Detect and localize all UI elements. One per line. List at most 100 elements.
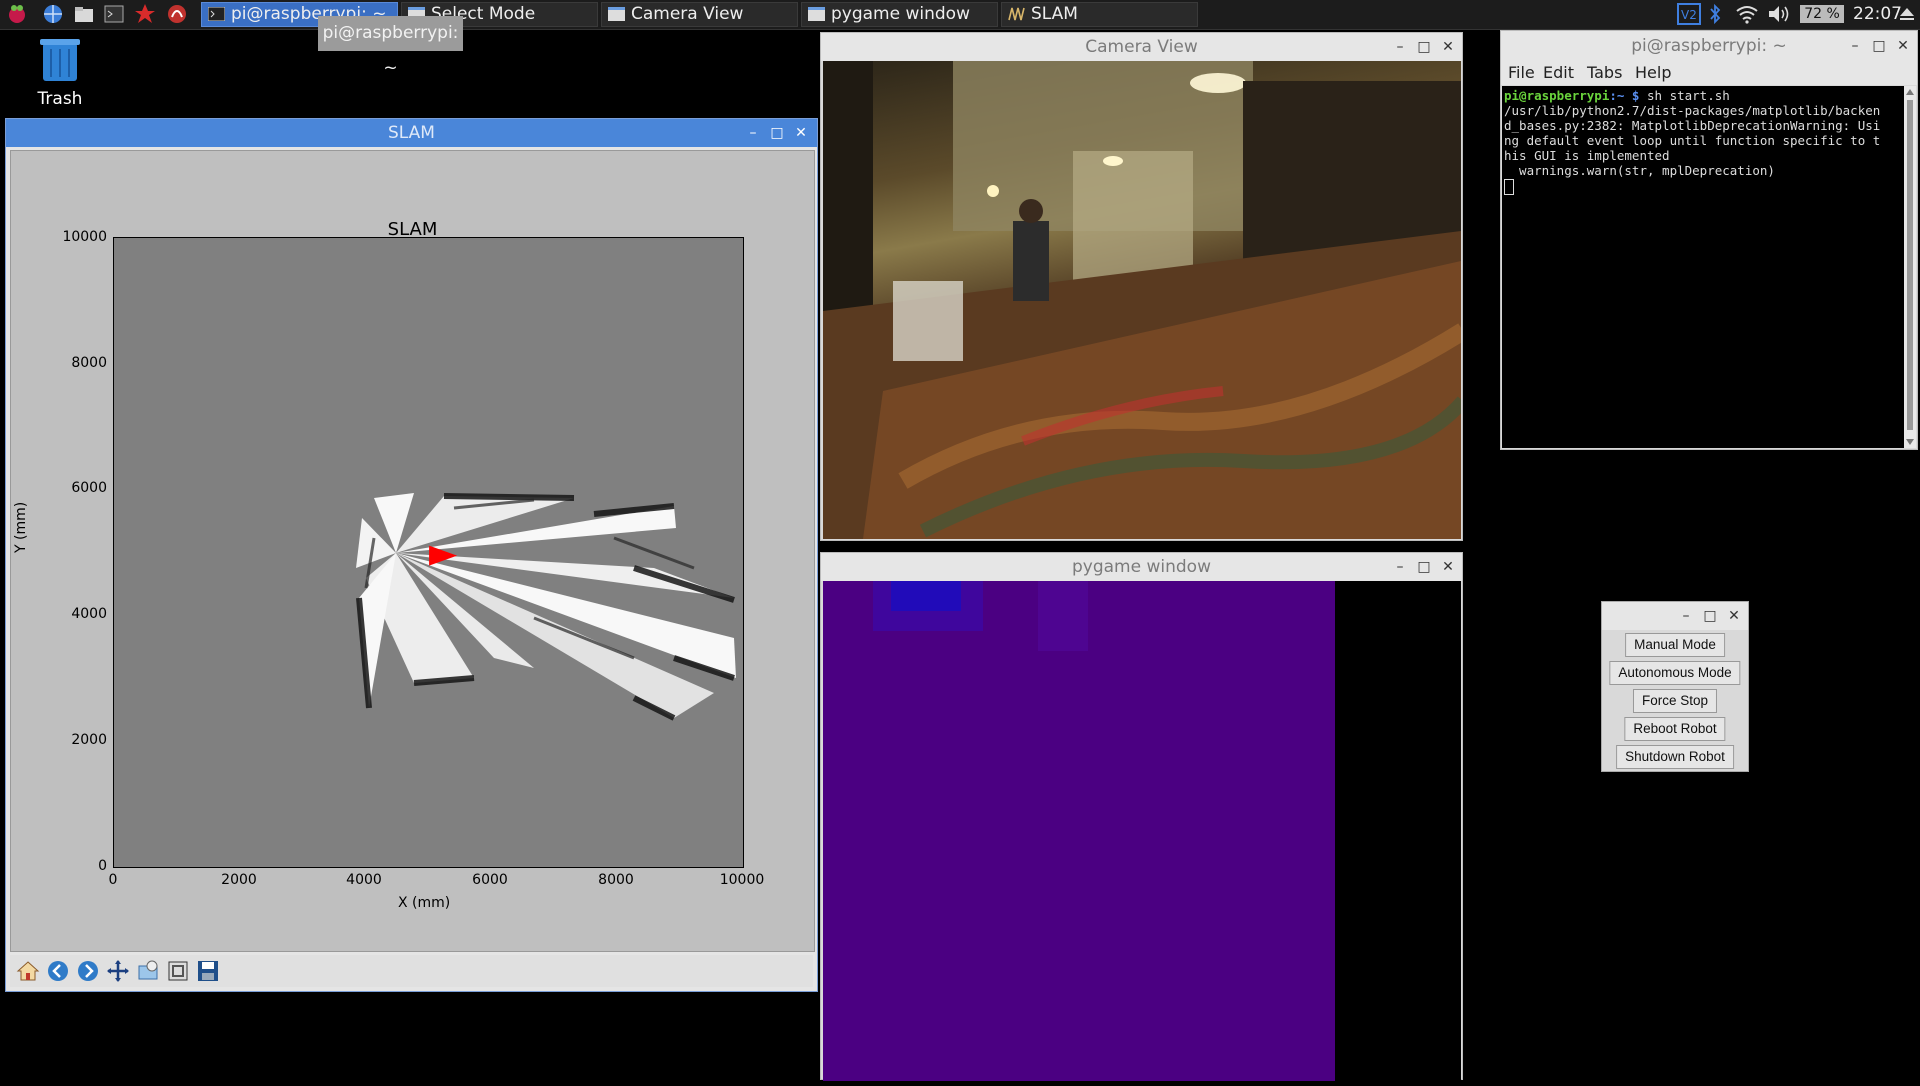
save-icon[interactable] <box>196 959 220 983</box>
pygame-window: pygame window – □ ✕ <box>820 552 1463 1081</box>
terminal-window: pi@raspberrypi: ~ – □ ✕ File Edit Tabs H… <box>1500 30 1918 450</box>
y-tick-label: 4000 <box>71 606 107 622</box>
y-tick-label: 8000 <box>71 355 107 371</box>
x-tick-label: 0 <box>108 872 118 888</box>
terminal-output[interactable]: pi@raspberrypi:~ $ sh start.sh /usr/lib/… <box>1502 86 1905 448</box>
maximize-icon[interactable]: □ <box>769 125 785 141</box>
thermal-blobs <box>873 581 1088 651</box>
force-stop-button[interactable]: Force Stop <box>1632 689 1718 713</box>
clock[interactable]: 22:07 <box>1853 0 1902 29</box>
x-tick-label: 6000 <box>472 872 508 888</box>
terminal-menubar: File Edit Tabs Help <box>1501 61 1917 85</box>
trash-icon[interactable] <box>34 35 86 85</box>
minimize-icon[interactable]: – <box>1392 39 1408 55</box>
bluetooth-icon[interactable] <box>1707 3 1723 25</box>
maximize-icon[interactable]: □ <box>1416 39 1432 55</box>
y-tick-label: 10000 <box>62 229 107 245</box>
configure-icon[interactable] <box>166 959 190 983</box>
minimize-icon[interactable]: – <box>1678 608 1694 624</box>
zoom-icon[interactable] <box>136 959 160 983</box>
task-camera-view[interactable]: Camera View <box>601 2 798 27</box>
slam-map-plot[interactable] <box>113 237 744 868</box>
y-tick-label: 6000 <box>71 480 107 496</box>
mathematica-icon[interactable] <box>166 3 188 25</box>
close-icon[interactable]: ✕ <box>793 125 809 141</box>
slam-window: SLAM – □ ✕ SLAM 10000 8000 6000 4000 200… <box>5 118 818 992</box>
wifi-icon[interactable] <box>1735 3 1759 25</box>
pygame-titlebar[interactable]: pygame window <box>821 553 1462 581</box>
maximize-icon[interactable]: □ <box>1702 608 1718 624</box>
task-label: pygame window <box>831 4 970 24</box>
matplotlib-icon <box>1008 7 1025 21</box>
close-icon[interactable]: ✕ <box>1895 38 1911 54</box>
autonomous-mode-button[interactable]: Autonomous Mode <box>1609 661 1741 685</box>
x-tick-label: 2000 <box>221 872 257 888</box>
camera-view-window: Camera View – □ ✕ <box>820 32 1463 541</box>
file-manager-icon[interactable] <box>73 3 95 25</box>
camera-feed-image <box>823 61 1461 539</box>
terminal-command: sh start.sh <box>1639 88 1730 103</box>
lidar-scan-rays <box>356 493 736 721</box>
eject-icon[interactable] <box>1898 3 1916 25</box>
camera-scene <box>823 61 1461 539</box>
window-icon <box>808 7 825 21</box>
terminal-scrollbar[interactable] <box>1904 86 1916 448</box>
manual-mode-button[interactable]: Manual Mode <box>1625 633 1725 657</box>
back-icon[interactable] <box>46 959 70 983</box>
close-icon[interactable]: ✕ <box>1440 39 1456 55</box>
pan-icon[interactable] <box>106 959 130 983</box>
task-label: Camera View <box>631 4 744 24</box>
minimize-icon[interactable]: – <box>1847 38 1863 54</box>
menu-tabs[interactable]: Tabs <box>1587 63 1622 82</box>
forward-icon[interactable] <box>76 959 100 983</box>
pygame-canvas[interactable] <box>823 581 1461 1081</box>
home-icon[interactable] <box>16 959 40 983</box>
maximize-icon[interactable]: □ <box>1871 38 1887 54</box>
terminal-icon <box>208 7 225 21</box>
svg-text:V2: V2 <box>1681 8 1697 22</box>
task-label: SLAM <box>1031 4 1078 24</box>
browser-icon[interactable] <box>42 3 64 25</box>
slam-figure-canvas[interactable]: SLAM 10000 8000 6000 4000 2000 0 0 2000 … <box>10 150 815 952</box>
window-title: pi@raspberrypi: ~ <box>1631 36 1787 56</box>
camera-titlebar[interactable]: Camera View <box>821 33 1462 61</box>
shutdown-robot-button[interactable]: Shutdown Robot <box>1616 745 1734 769</box>
scrollbar-track <box>1906 89 1914 445</box>
window-title: Camera View <box>1085 37 1198 57</box>
close-icon[interactable]: ✕ <box>1726 608 1742 624</box>
menu-edit[interactable]: Edit <box>1543 63 1574 82</box>
window-icon <box>608 7 625 21</box>
x-axis-label: X (mm) <box>398 895 451 911</box>
terminal-log: /usr/lib/python2.7/dist-packages/matplot… <box>1504 103 1881 178</box>
x-tick-label: 8000 <box>598 872 634 888</box>
wolfram-icon[interactable] <box>134 3 156 25</box>
menu-file[interactable]: File <box>1508 63 1535 82</box>
window-title: SLAM <box>388 123 435 143</box>
window-title: pygame window <box>1072 557 1211 577</box>
x-tick-label: 4000 <box>346 872 382 888</box>
terminal-launcher-icon[interactable] <box>103 3 125 25</box>
taskbar: pi@raspberrypi: ~ Select Mode Camera Vie… <box>0 0 1920 30</box>
battery-indicator[interactable]: 72 % <box>1800 5 1844 23</box>
menu-help[interactable]: Help <box>1635 63 1671 82</box>
taskbar-tooltip: pi@raspberrypi: ~ <box>318 16 463 78</box>
close-icon[interactable]: ✕ <box>1440 559 1456 575</box>
terminal-cursor <box>1504 178 1514 195</box>
y-axis-label: Y (mm) <box>13 501 29 553</box>
reboot-robot-button[interactable]: Reboot Robot <box>1624 717 1726 741</box>
minimize-icon[interactable]: – <box>1392 559 1408 575</box>
x-tick-label: 10000 <box>719 872 765 888</box>
maximize-icon[interactable]: □ <box>1416 559 1432 575</box>
trash-label: Trash <box>37 89 83 109</box>
task-pygame-window[interactable]: pygame window <box>801 2 998 27</box>
raspberry-menu-icon[interactable] <box>6 3 28 25</box>
y-tick-label: 2000 <box>71 732 107 748</box>
slam-map-svg <box>356 493 736 721</box>
prompt-path: :~ $ <box>1609 88 1640 103</box>
pygame-surface <box>823 581 1335 1081</box>
task-slam[interactable]: SLAM <box>1001 2 1198 27</box>
volume-icon[interactable] <box>1767 3 1791 25</box>
minimize-icon[interactable]: – <box>745 125 761 141</box>
slam-titlebar[interactable]: SLAM <box>6 119 817 147</box>
vnc-icon[interactable]: V2 <box>1677 3 1701 25</box>
